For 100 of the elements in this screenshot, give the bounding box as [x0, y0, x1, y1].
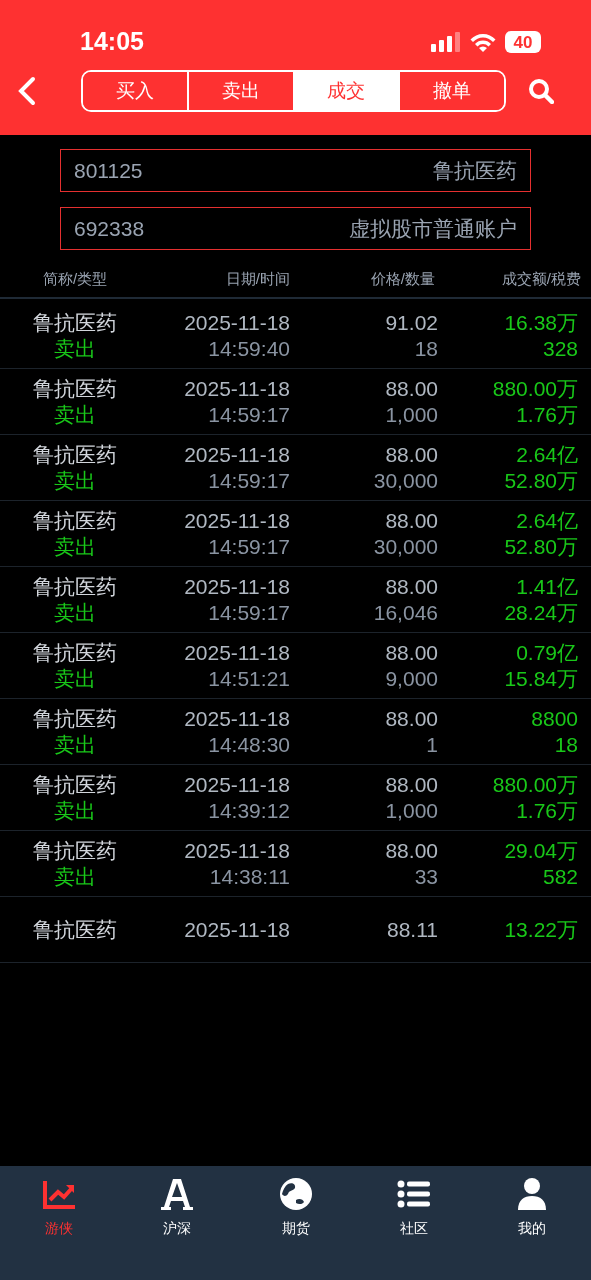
- trade-amount: 29.04万: [504, 837, 578, 864]
- trade-amount: 0.79亿: [516, 639, 578, 666]
- trade-amount: 13.22万: [504, 916, 578, 943]
- back-icon[interactable]: [16, 76, 38, 106]
- trade-quantity: 18: [414, 335, 438, 362]
- trade-type: 卖出: [54, 665, 96, 692]
- trade-type: 卖出: [54, 335, 96, 362]
- trade-price: 88.00: [385, 441, 438, 468]
- globe-icon: [277, 1176, 314, 1212]
- trade-price: 88.00: [385, 639, 438, 666]
- trade-fee: 328: [542, 335, 578, 362]
- stock-name: 鲁抗医药: [33, 441, 117, 468]
- nav-tab[interactable]: 游侠: [0, 1176, 119, 1239]
- column-header: 日期/时间: [224, 269, 290, 289]
- stock-name: 鲁抗医药: [33, 916, 117, 943]
- trade-date: 2025-11-18: [184, 309, 290, 336]
- trade-amount: 880.00万: [492, 771, 578, 798]
- trade-time: 14:59:17: [208, 467, 290, 494]
- trade-time: 14:59:17: [208, 401, 290, 428]
- stock-name: 鲁抗医药: [33, 507, 117, 534]
- trade-amount: 8800: [531, 705, 578, 732]
- trade-fee: 1.76万: [516, 401, 578, 428]
- trade-date: 2025-11-18: [184, 705, 290, 732]
- trade-date: 2025-11-18: [184, 573, 290, 600]
- trade-price: 88.00: [385, 771, 438, 798]
- trade-fee: 52.80万: [504, 533, 578, 560]
- nav-tab[interactable]: 沪深: [118, 1176, 237, 1239]
- nav-tab[interactable]: 社区: [354, 1176, 473, 1239]
- trade-time: 14:59:17: [208, 599, 290, 626]
- stock-name: 鲁抗医药: [33, 375, 117, 402]
- trade-fee: 15.84万: [504, 665, 578, 692]
- segment-tab[interactable]: 成交: [292, 72, 399, 110]
- trade-date: 2025-11-18: [184, 837, 290, 864]
- trade-quantity: 30,000: [373, 533, 438, 560]
- trade-amount: 2.64亿: [516, 507, 578, 534]
- trade-time: 14:38:11: [209, 863, 290, 890]
- trade-amount: 2.64亿: [516, 441, 578, 468]
- trade-date: 2025-11-18: [184, 771, 290, 798]
- trade-price: 88.00: [385, 375, 438, 402]
- status-time: 14:05: [80, 26, 144, 58]
- trade-quantity: 1,000: [385, 797, 438, 824]
- trade-type: 卖出: [54, 731, 96, 758]
- trade-type: 卖出: [54, 533, 96, 560]
- segment-tab[interactable]: 撤单: [398, 72, 504, 110]
- trade-price: 88.00: [385, 507, 438, 534]
- trade-amount: 880.00万: [492, 375, 578, 402]
- trade-type: 卖出: [54, 401, 96, 428]
- trade-type: 卖出: [54, 863, 96, 890]
- trade-quantity: 1: [426, 731, 438, 758]
- battery-indicator: 40: [505, 31, 541, 53]
- nav-tab[interactable]: 期货: [236, 1176, 355, 1239]
- field-code: 801125: [74, 157, 143, 184]
- field-code: 692338: [74, 215, 145, 242]
- trade-time: 14:39:12: [208, 797, 290, 824]
- trade-amount: 16.38万: [504, 309, 578, 336]
- trade-fee: 52.80万: [504, 467, 578, 494]
- trade-amount: 1.41亿: [516, 573, 578, 600]
- trade-quantity: 9,000: [385, 665, 438, 692]
- trade-time: 14:59:40: [208, 335, 290, 362]
- trade-price: 88.00: [385, 705, 438, 732]
- trade-price: 88.11: [387, 916, 438, 943]
- trade-date: 2025-11-18: [184, 916, 290, 943]
- signal-icon: [431, 32, 461, 52]
- letter-icon: [159, 1176, 196, 1212]
- trade-fee: 18: [554, 731, 578, 758]
- trade-date: 2025-11-18: [184, 507, 290, 534]
- stock-name: 鲁抗医药: [33, 837, 117, 864]
- trade-type: 卖出: [54, 797, 96, 824]
- column-header: 简称/类型: [41, 269, 109, 289]
- trade-quantity: 16,046: [373, 599, 438, 626]
- field-name: 虚拟股市普通账户: [349, 215, 517, 242]
- trade-quantity: 33: [414, 863, 438, 890]
- stock-name: 鲁抗医药: [33, 771, 117, 798]
- search-icon[interactable]: [528, 78, 554, 104]
- trade-quantity: 30,000: [373, 467, 438, 494]
- trade-date: 2025-11-18: [184, 441, 290, 468]
- trade-price: 88.00: [385, 837, 438, 864]
- trade-type: 卖出: [54, 467, 96, 494]
- nav-tab[interactable]: 我的: [472, 1176, 591, 1239]
- trade-date: 2025-11-18: [184, 375, 290, 402]
- trade-date: 2025-11-18: [184, 639, 290, 666]
- stock-name: 鲁抗医药: [33, 309, 117, 336]
- trade-fee: 582: [542, 863, 578, 890]
- column-header: 成交额/税费: [500, 269, 581, 289]
- trade-price: 91.02: [385, 309, 438, 336]
- trade-fee: 1.76万: [516, 797, 578, 824]
- trade-time: 14:51:21: [208, 665, 290, 692]
- trade-time: 14:59:17: [208, 533, 290, 560]
- trade-fee: 28.24万: [504, 599, 578, 626]
- trade-time: 14:48:30: [208, 731, 290, 758]
- stock-name: 鲁抗医药: [33, 573, 117, 600]
- input-field[interactable]: 801125 鲁抗医药: [60, 149, 531, 192]
- trade-type: 卖出: [54, 599, 96, 626]
- stock-name: 鲁抗医药: [33, 705, 117, 732]
- column-header: 价格/数量: [369, 269, 435, 289]
- trade-quantity: 1,000: [385, 401, 438, 428]
- wifi-icon: [469, 32, 497, 52]
- input-field[interactable]: 692338 虚拟股市普通账户: [60, 207, 531, 250]
- stock-name: 鲁抗医药: [33, 639, 117, 666]
- field-name: 鲁抗医药: [433, 157, 517, 184]
